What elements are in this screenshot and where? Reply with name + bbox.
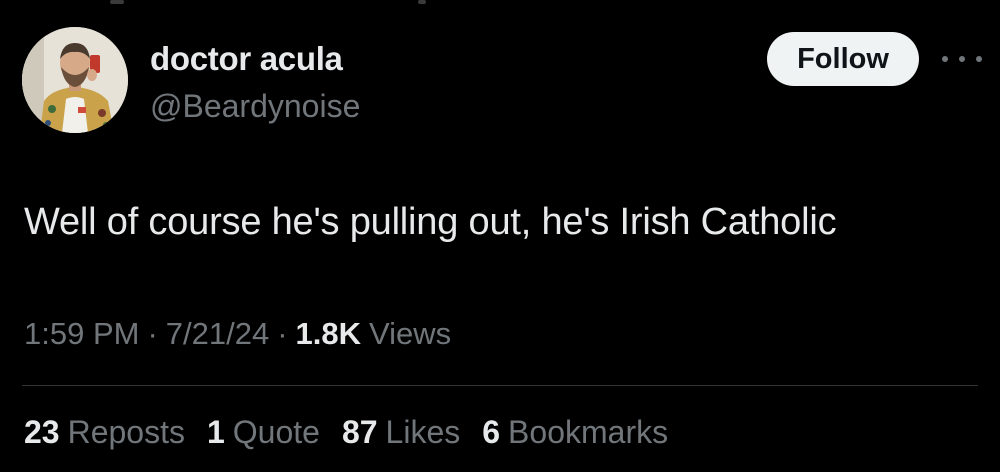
display-name[interactable]: doctor acula [150,40,343,78]
follow-button[interactable]: Follow [767,32,919,86]
tweet-stats: 23 Reposts 1 Quote 87 Likes 6 Bookmarks [24,414,690,451]
reposts-count: 23 [24,414,60,450]
tweet-time[interactable]: 1:59 PM [24,316,139,352]
views-label: Views [369,316,452,351]
stat-bookmarks[interactable]: 6 Bookmarks [482,414,668,451]
avatar[interactable] [22,27,128,133]
bookmarks-label: Bookmarks [508,414,669,450]
stat-quotes[interactable]: 1 Quote [207,414,320,451]
stat-likes[interactable]: 87 Likes [342,414,460,451]
views-count: 1.8K [295,316,362,351]
more-horizontal-icon[interactable] [942,48,982,70]
quotes-count: 1 [206,414,225,450]
tweet-meta: 1:59 PM · 7/21/24 · 1.8K Views [24,316,451,352]
user-handle[interactable]: @Beardynoise [150,88,360,125]
likes-count: 87 [341,414,378,450]
divider [22,385,978,386]
dot [959,56,965,62]
tweet-text: Well of course he's pulling out, he's Ir… [24,201,837,243]
avatar-photo [22,27,128,133]
dot [942,56,948,62]
likes-label: Likes [385,414,461,450]
meta-separator: · [147,316,158,351]
meta-separator: · [277,316,288,351]
cropped-previous-content [0,0,1000,6]
quotes-label: Quote [232,414,320,450]
tweet-card: doctor acula @Beardynoise Follow Well of… [0,0,1000,472]
stat-reposts[interactable]: 23 Reposts [24,414,185,451]
dot [976,56,982,62]
tweet-date[interactable]: 7/21/24 [166,316,269,352]
reposts-label: Reposts [67,414,185,450]
bookmarks-count: 6 [482,414,501,450]
